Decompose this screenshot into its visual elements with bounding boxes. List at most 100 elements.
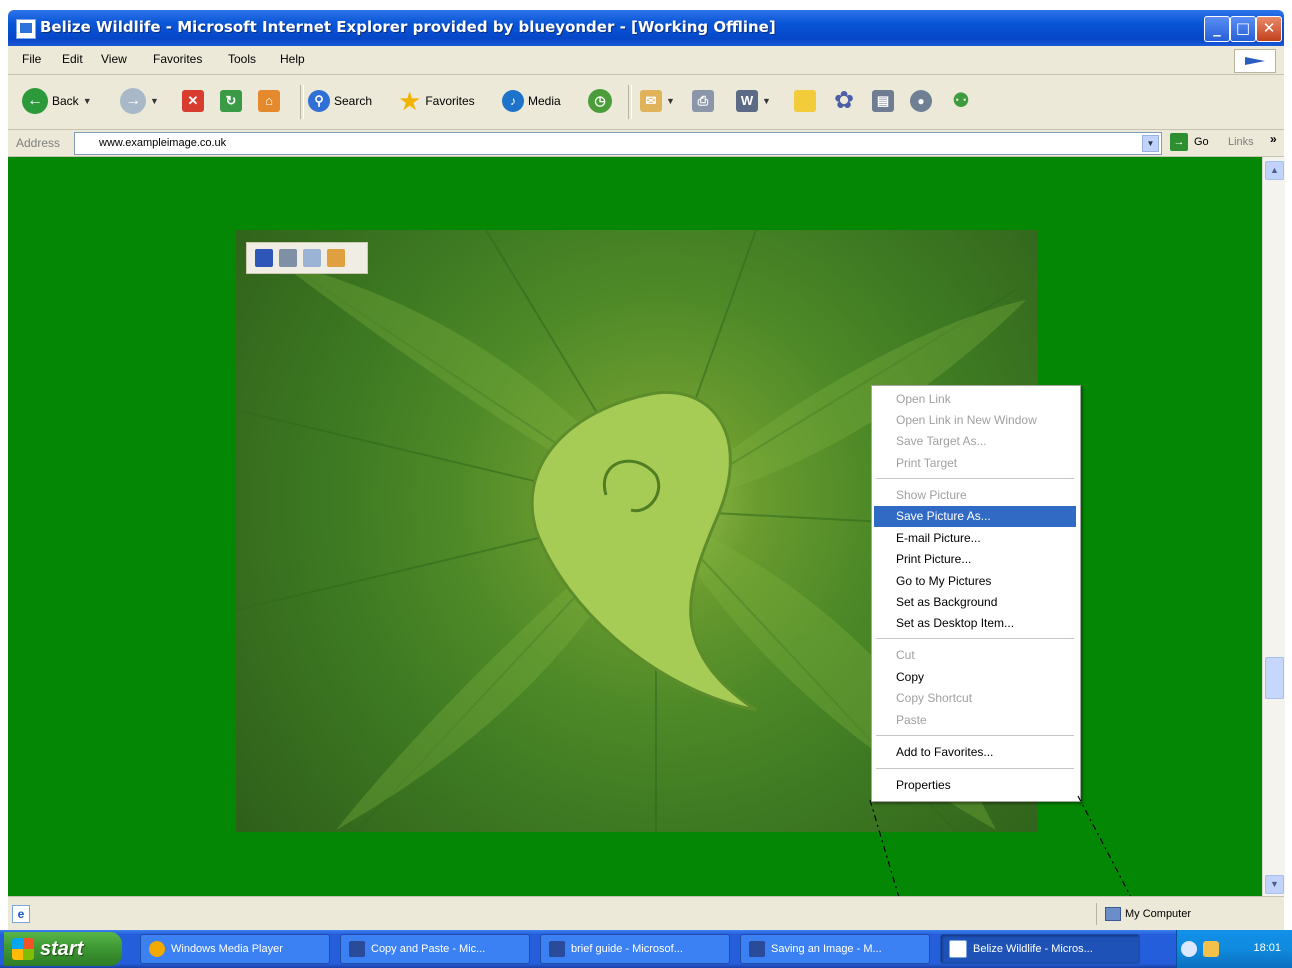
- address-input[interactable]: www.exampleimage.co.uk ▼: [74, 132, 1162, 155]
- menu-view[interactable]: View: [101, 52, 127, 66]
- menu-help[interactable]: Help: [280, 52, 305, 66]
- back-dropdown-icon[interactable]: ▼: [83, 96, 92, 106]
- chat-button[interactable]: ●: [910, 85, 932, 117]
- links-chevron-icon[interactable]: »: [1270, 132, 1277, 146]
- email-image-icon[interactable]: [303, 249, 321, 267]
- menu-favorites[interactable]: Favorites: [153, 52, 202, 66]
- refresh-icon: ↻: [220, 90, 242, 112]
- task-copy-and-paste[interactable]: Copy and Paste - Mic...: [340, 934, 530, 964]
- menu-item-save-picture-as[interactable]: Save Picture As...: [874, 506, 1076, 527]
- mail-dropdown-icon[interactable]: ▼: [666, 96, 675, 106]
- favorites-button[interactable]: ★ Favorites: [398, 85, 475, 117]
- start-button[interactable]: start: [4, 932, 122, 966]
- mail-button[interactable]: ✉ ▼: [640, 85, 675, 117]
- menu-item-save-target-as: Save Target As...: [896, 434, 987, 448]
- menu-tools[interactable]: Tools: [228, 52, 256, 66]
- contacts-button[interactable]: ⚉: [952, 85, 970, 117]
- home-button[interactable]: ⌂: [258, 85, 280, 117]
- search-label: Search: [334, 94, 373, 108]
- forward-arrow-icon: →: [120, 88, 146, 114]
- address-label: Address: [16, 136, 61, 150]
- scroll-down-icon[interactable]: ▼: [1265, 875, 1284, 894]
- task-belize-wildlife[interactable]: Belize Wildlife - Micros...: [940, 934, 1140, 964]
- menu-item-e-mail-picture[interactable]: E-mail Picture...: [874, 528, 1076, 549]
- menu-item-copy[interactable]: Copy: [874, 667, 1076, 688]
- my-computer-icon: [1105, 907, 1121, 921]
- vertical-scrollbar[interactable]: ▲ ▼: [1262, 157, 1285, 896]
- task-brief-guide[interactable]: brief guide - Microsof...: [540, 934, 730, 964]
- menu-item-add-to-favorites[interactable]: Add to Favorites...: [874, 742, 1076, 763]
- history-button[interactable]: ◷: [588, 85, 612, 117]
- my-pictures-icon[interactable]: [327, 249, 345, 267]
- standard-toolbar: ← Back ▼ → ▼ ✕ ↻ ⌂ ⚲ Search ★ Favorites …: [8, 75, 1284, 130]
- task-label: Windows Media Player: [171, 943, 283, 955]
- network-icon[interactable]: [1203, 941, 1219, 957]
- media-label: Media: [528, 94, 561, 108]
- menu-item-properties[interactable]: Properties: [874, 775, 1076, 796]
- windows-logo-icon: [1234, 49, 1276, 73]
- minimize-button[interactable]: _: [1204, 16, 1230, 42]
- task-label: brief guide - Microsof...: [571, 943, 683, 955]
- people-icon: ⚉: [952, 90, 970, 112]
- media-button[interactable]: ♪ Media: [502, 85, 561, 117]
- menu-separator: [876, 768, 1074, 769]
- menu-item-copy-shortcut: Copy Shortcut: [896, 691, 973, 705]
- forward-dropdown-icon[interactable]: ▼: [150, 96, 159, 106]
- menu-item-print-picture[interactable]: Print Picture...: [874, 549, 1076, 570]
- address-bar: Address www.exampleimage.co.uk ▼ → Go Li…: [8, 130, 1284, 157]
- zone-label: My Computer: [1125, 908, 1192, 920]
- task-label: Saving an Image - M...: [771, 943, 882, 955]
- ie-app-icon[interactable]: [16, 19, 36, 39]
- taskbar: start Windows Media Player Copy and Past…: [0, 930, 1292, 968]
- maximize-button[interactable]: □: [1230, 16, 1256, 42]
- task-label: Copy and Paste - Mic...: [371, 943, 486, 955]
- menu-separator: [876, 638, 1074, 639]
- clock[interactable]: 18:01: [1253, 942, 1281, 954]
- search-button[interactable]: ⚲ Search: [308, 85, 372, 117]
- toolbar-separator: [300, 85, 304, 119]
- task-windows-media-player[interactable]: Windows Media Player: [140, 934, 330, 964]
- links-label[interactable]: Links: [1228, 136, 1254, 148]
- address-dropdown-icon[interactable]: ▼: [1142, 135, 1159, 152]
- print-image-icon[interactable]: [279, 249, 297, 267]
- image-toolbar: [246, 242, 368, 274]
- scroll-up-icon[interactable]: ▲: [1265, 161, 1284, 180]
- tray-expand-icon[interactable]: [1181, 941, 1197, 957]
- back-button[interactable]: ← Back ▼: [22, 85, 92, 117]
- menu-bar: File Edit View Favorites Tools Help: [8, 46, 1284, 75]
- word-edit-icon: W: [736, 90, 758, 112]
- refresh-button[interactable]: ↻: [220, 85, 242, 117]
- task-label: Belize Wildlife - Micros...: [973, 943, 1093, 955]
- messenger-button[interactable]: ▤: [872, 85, 894, 117]
- menu-edit[interactable]: Edit: [62, 52, 83, 66]
- menu-item-go-to-my-pictures[interactable]: Go to My Pictures: [874, 571, 1076, 592]
- notes-icon: [794, 90, 816, 112]
- speech-bubble-icon: ●: [910, 90, 932, 112]
- edit-button[interactable]: W ▼: [736, 85, 771, 117]
- title-bar[interactable]: Belize Wildlife - Microsoft Internet Exp…: [8, 10, 1284, 46]
- discuss-button[interactable]: [794, 85, 816, 117]
- address-value: www.exampleimage.co.uk: [99, 137, 227, 149]
- stop-button[interactable]: ✕: [182, 85, 204, 117]
- menu-item-set-as-desktop-item[interactable]: Set as Desktop Item...: [874, 613, 1076, 634]
- task-saving-an-image[interactable]: Saving an Image - M...: [740, 934, 930, 964]
- forward-button[interactable]: → ▼: [120, 85, 159, 117]
- print-button[interactable]: ⎙: [692, 85, 714, 117]
- go-button[interactable]: → Go: [1170, 133, 1209, 151]
- menu-item-set-as-background[interactable]: Set as Background: [874, 592, 1076, 613]
- scroll-thumb[interactable]: [1265, 657, 1284, 699]
- document-icon: ▤: [872, 90, 894, 112]
- research-button[interactable]: ✿: [834, 85, 854, 117]
- toolbar-separator: [628, 85, 632, 119]
- save-image-icon[interactable]: [255, 249, 273, 267]
- favorites-star-icon: ★: [398, 86, 422, 116]
- back-arrow-icon: ←: [22, 88, 48, 114]
- system-tray: 18:01: [1176, 930, 1292, 968]
- close-button[interactable]: ✕: [1256, 16, 1282, 42]
- flower-icon: ✿: [834, 87, 855, 114]
- word-document-icon: [349, 941, 365, 957]
- menu-item-open-link-in-new-window: Open Link in New Window: [896, 413, 1037, 427]
- edit-dropdown-icon[interactable]: ▼: [762, 96, 771, 106]
- menu-file[interactable]: File: [22, 52, 41, 66]
- favorites-label: Favorites: [425, 94, 475, 108]
